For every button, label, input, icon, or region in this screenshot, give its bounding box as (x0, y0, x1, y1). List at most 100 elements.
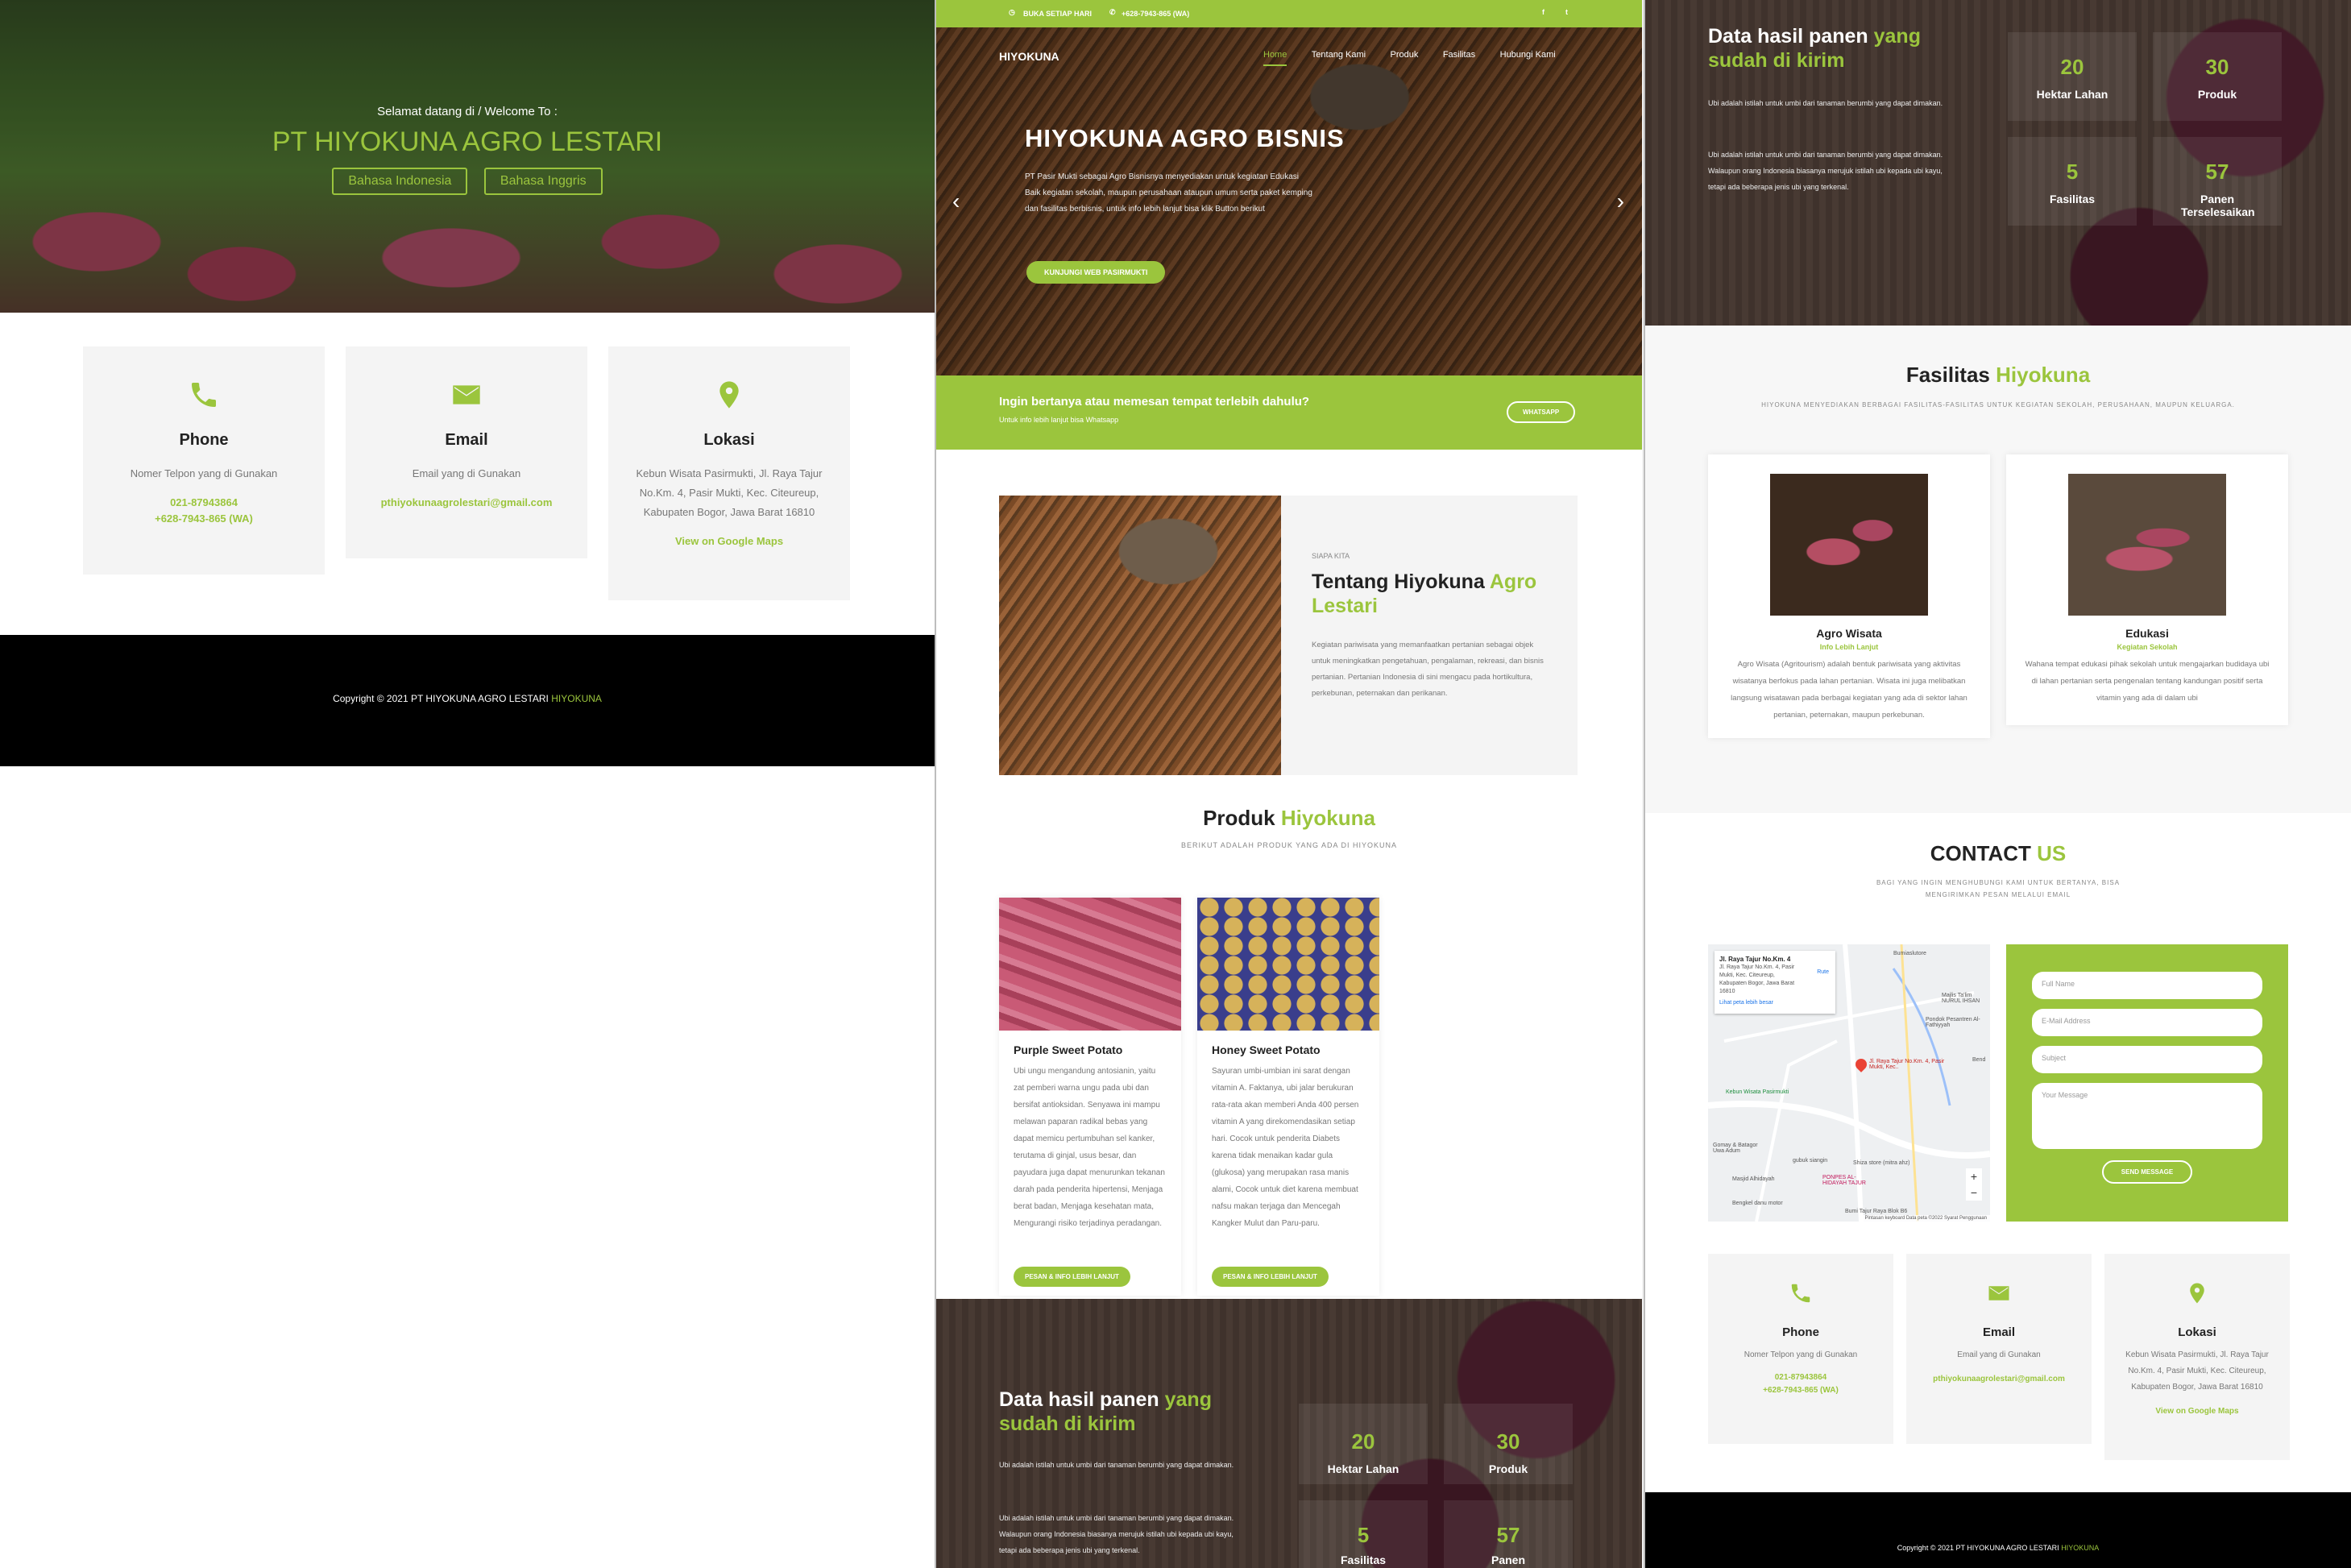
message-textarea[interactable]: Your Message (2032, 1083, 2262, 1149)
email-input[interactable]: E-Mail Address (2032, 1009, 2262, 1036)
email-box: Email Email yang di Gunakan pthiyokunaag… (1906, 1254, 2092, 1444)
facility-desc: Agro Wisata (Agritourism) adalah bentuk … (1731, 660, 1967, 720)
map-label: Shiza store (mitra ahz) (1853, 1160, 1910, 1166)
main-nav: Home Tentang Kami Produk Fasilitas Hubun… (1242, 47, 1556, 66)
map-label: Bend (1972, 1057, 1986, 1063)
phone-wa[interactable]: +628-7943-865 (WA) (83, 511, 325, 527)
product-order-button[interactable]: PESAN & INFO LEBIH LANJUT (1212, 1267, 1329, 1287)
twitter-icon[interactable]: t (1565, 8, 1568, 16)
produk-title: Produk Hiyokuna (1203, 806, 1375, 830)
nav-fasilitas[interactable]: Fasilitas (1443, 50, 1475, 60)
product-name: Purple Sweet Potato (1014, 1043, 1123, 1056)
map-label: Pondok Pesantren Al-Fathiyyah (1926, 1017, 1980, 1028)
phone-desc: Nomer Telpon yang di Gunakan (1744, 1350, 1858, 1359)
map-pin-icon (719, 381, 739, 409)
phone-title: Phone (1782, 1325, 1819, 1339)
google-maps-link[interactable]: View on Google Maps (608, 533, 850, 550)
phone-icon (1791, 1284, 1810, 1303)
hero-slider: HIYOKUNA Home Tentang Kami Produk Fasili… (936, 27, 1642, 375)
slider-next-icon[interactable]: › (1617, 189, 1624, 214)
product-card: Honey Sweet Potato Sayuran umbi-umbian i… (1197, 898, 1379, 1296)
left-panel: Selamat datang di / Welcome To : PT HIYO… (0, 0, 935, 1568)
lokasi-desc: Kebun Wisata Pasirmukti, Jl. Raya Tajur … (2125, 1350, 2269, 1392)
site-logo[interactable]: HIYOKUNA (999, 50, 1059, 63)
facility-name: Edukasi (2125, 627, 2169, 640)
cta-bar: Ingin bertanya atau memesan tempat terle… (936, 375, 1642, 450)
phone-number[interactable]: 021-87943864 (1708, 1371, 1893, 1384)
email-desc: Email yang di Gunakan (1957, 1350, 2041, 1359)
hero-section: Selamat datang di / Welcome To : PT HIYO… (0, 0, 935, 313)
map-card-link[interactable]: Lihat peta lebih besar (1719, 999, 1831, 1007)
facility-link[interactable]: Kegiatan Sekolah (2006, 643, 2288, 651)
footer-brand[interactable]: HIYOKUNA (551, 693, 602, 704)
product-image (1197, 898, 1379, 1031)
topbar-phone[interactable]: +628-7943-865 (WA) (1122, 10, 1189, 18)
facility-link[interactable]: Info Lebih Lanjut (1708, 643, 1990, 651)
stat-label: Fasilitas (1340, 1553, 1387, 1566)
facility-name: Agro Wisata (1816, 627, 1882, 640)
lokasi-title: Lokasi (703, 431, 755, 449)
phone-title: Phone (179, 431, 229, 449)
stat-box: 5 Fasilitas (2008, 137, 2137, 226)
hero-text: PT Pasir Mukti sebagai Agro Bisnisnya me… (1025, 172, 1312, 214)
whatsapp-button[interactable]: WHATSAPP (1507, 401, 1576, 423)
hero-title: HIYOKUNA AGRO BISNIS (1025, 124, 1345, 152)
email-title: Email (445, 431, 488, 449)
subject-input[interactable]: Subject (2032, 1046, 2262, 1073)
lokasi-box: Lokasi Kebun Wisata Pasirmukti, Jl. Raya… (2104, 1254, 2290, 1460)
stats-section: Data hasil panen yang sudah di kirim Ubi … (1645, 0, 2351, 326)
cta-sub: Untuk info lebih lanjut bisa Whatsapp (999, 416, 1119, 424)
facebook-icon[interactable]: f (1542, 8, 1545, 16)
map-zoom-out-button[interactable]: − (1966, 1184, 1982, 1201)
full-name-input[interactable]: Full Name (2032, 972, 2262, 999)
email-address[interactable]: pthiyokunaagrolestari@gmail.com (1906, 1371, 2092, 1388)
product-order-button[interactable]: PESAN & INFO LEBIH LANJUT (1014, 1267, 1130, 1287)
top-bar: ◷ BUKA SETIAP HARI ✆ +628-7943-865 (WA) … (936, 0, 1642, 27)
bahasa-inggris-button[interactable]: Bahasa Inggris (483, 168, 603, 195)
facility-image (1770, 474, 1928, 616)
map-info-card: Jl. Raya Tajur No.Km. 4 Jl. Raya Tajur N… (1715, 951, 1835, 1014)
about-title: Tentang Hiyokuna Agro Lestari (1312, 570, 1537, 617)
send-message-button[interactable]: SEND MESSAGE (2101, 1160, 2193, 1184)
nav-produk[interactable]: Produk (1391, 50, 1419, 60)
footer: Copyright © 2021 PT HIYOKUNA AGRO LESTAR… (1645, 1492, 2351, 1568)
stats-p2: Ubi adalah istilah untuk umbi dari tanam… (999, 1514, 1234, 1554)
stats-title: Data hasil panen yang sudah di kirim (999, 1388, 1212, 1435)
stat-box: 30 Produk (2153, 32, 2282, 121)
map-label: Majlis Ta'lim NURUL IHSAN (1942, 993, 1980, 1004)
cta-title: Ingin bertanya atau memesan tempat terle… (999, 395, 1310, 409)
nav-hubungi[interactable]: Hubungi Kami (1500, 50, 1556, 60)
product-desc: Ubi ungu mengandung antosianin, yaitu za… (1014, 1067, 1165, 1228)
facility-card: Edukasi Kegiatan Sekolah Wahana tempat e… (2006, 454, 2288, 725)
map-route-link[interactable]: Rute (1817, 969, 1829, 977)
facility-image (2068, 474, 2226, 616)
footer-brand[interactable]: HIYOKUNA (2061, 1544, 2099, 1552)
map-footer: Pintasan keyboard Data peta ©2022 Syarat… (1861, 1215, 1990, 1222)
nav-home[interactable]: Home (1263, 50, 1287, 66)
about-image (999, 496, 1281, 775)
map-zoom-in-button[interactable]: + (1966, 1168, 1982, 1184)
welcome-text: Selamat datang di / Welcome To : (377, 105, 558, 118)
map-label: Gomay & Batagor Uwa Adum (1713, 1143, 1758, 1154)
google-maps-link[interactable]: View on Google Maps (2104, 1404, 2290, 1420)
envelope-icon (453, 385, 480, 404)
clock-icon: ◷ (1009, 8, 1015, 16)
produk-subtitle: BERIKUT ADALAH PRODUK YANG ADA DI HIYOKU… (1180, 841, 1398, 849)
bahasa-indonesia-button[interactable]: Bahasa Indonesia (332, 168, 468, 195)
contact-us-subtitle: BAGI YANG INGIN MENGHUBUNGI KAMI UNTUK B… (1876, 879, 2121, 898)
phone-number[interactable]: 021-87943864 (83, 495, 325, 511)
stats-p2: Ubi adalah istilah untuk umbi dari tanam… (1708, 151, 1943, 191)
stats-section: Data hasil panen yang sudah di kirim Ubi … (936, 1299, 1642, 1568)
product-card: Purple Sweet Potato Ubi ungu mengandung … (999, 898, 1181, 1296)
phone-wa[interactable]: +628-7943-865 (WA) (1708, 1384, 1893, 1397)
slider-prev-icon[interactable]: ‹ (952, 189, 960, 214)
contact-us-title: CONTACT US (1930, 841, 2067, 865)
fasilitas-title: Fasilitas Hiyokuna (1905, 363, 2091, 387)
email-address[interactable]: pthiyokunaagrolestari@gmail.com (346, 495, 587, 511)
opening-hours: BUKA SETIAP HARI (1023, 10, 1093, 18)
nav-tentang[interactable]: Tentang Kami (1312, 50, 1366, 60)
google-map[interactable]: Jl. Raya Tajur No.Km. 4 Jl. Raya Tajur N… (1708, 944, 1990, 1222)
kunjungi-web-button[interactable]: KUNJUNGI WEB PASIRMUKTI (1026, 261, 1166, 284)
hero-title: PT HIYOKUNA AGRO LESTARI (272, 127, 663, 157)
phone-icon: ✆ (1109, 8, 1116, 16)
